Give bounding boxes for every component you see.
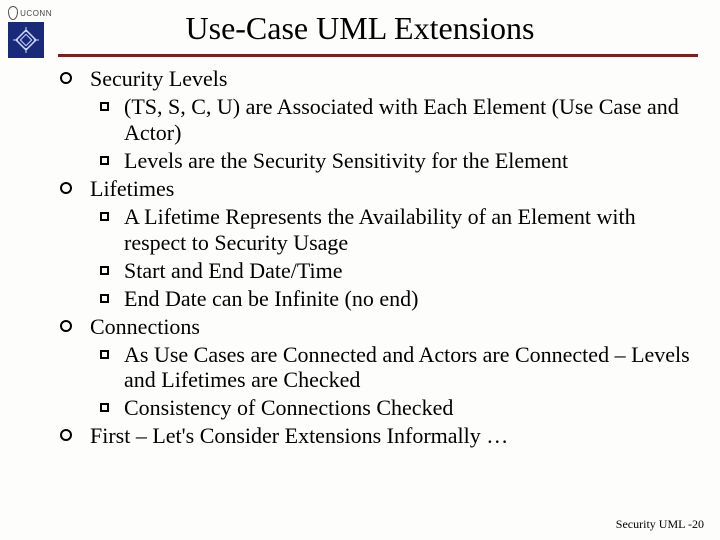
bullet-text: End Date can be Infinite (no end): [124, 286, 418, 311]
bullet-text: Consistency of Connections Checked: [124, 395, 453, 420]
bullet-text: (TS, S, C, U) are Associated with Each E…: [124, 94, 679, 145]
bullet-level2: A Lifetime Represents the Availability o…: [60, 204, 700, 256]
bullet-level2: (TS, S, C, U) are Associated with Each E…: [60, 94, 700, 146]
bullet-label: Lifetimes: [90, 176, 174, 201]
bullet-level1: First – Let's Consider Extensions Inform…: [60, 423, 700, 449]
bullet-level1: Security Levels: [60, 66, 700, 92]
bullet-text: A Lifetime Represents the Availability o…: [124, 204, 636, 255]
bullet-label: First – Let's Consider Extensions Inform…: [90, 423, 508, 448]
slide-body: Security Levels (TS, S, C, U) are Associ…: [60, 66, 700, 451]
bullet-level2: Consistency of Connections Checked: [60, 395, 700, 421]
bullet-level2: Levels are the Security Sensitivity for …: [60, 148, 700, 174]
bullet-text: Start and End Date/Time: [124, 258, 343, 283]
bullet-level2: As Use Cases are Connected and Actors ar…: [60, 342, 700, 394]
bullet-label: Security Levels: [90, 66, 227, 91]
bullet-level1: Connections: [60, 314, 700, 340]
slide: UCONN Use-Case UML Extensions Security L…: [0, 0, 720, 540]
bullet-level2: End Date can be Infinite (no end): [60, 286, 700, 312]
bullet-text: As Use Cases are Connected and Actors ar…: [124, 342, 690, 393]
bullet-text: Levels are the Security Sensitivity for …: [124, 148, 568, 173]
slide-footer: Security UML -20: [616, 517, 704, 532]
title-underline: [58, 54, 698, 57]
bullet-level2: Start and End Date/Time: [60, 258, 700, 284]
bullet-label: Connections: [90, 314, 200, 339]
bullet-level1: Lifetimes: [60, 176, 700, 202]
slide-title: Use-Case UML Extensions: [0, 10, 720, 47]
